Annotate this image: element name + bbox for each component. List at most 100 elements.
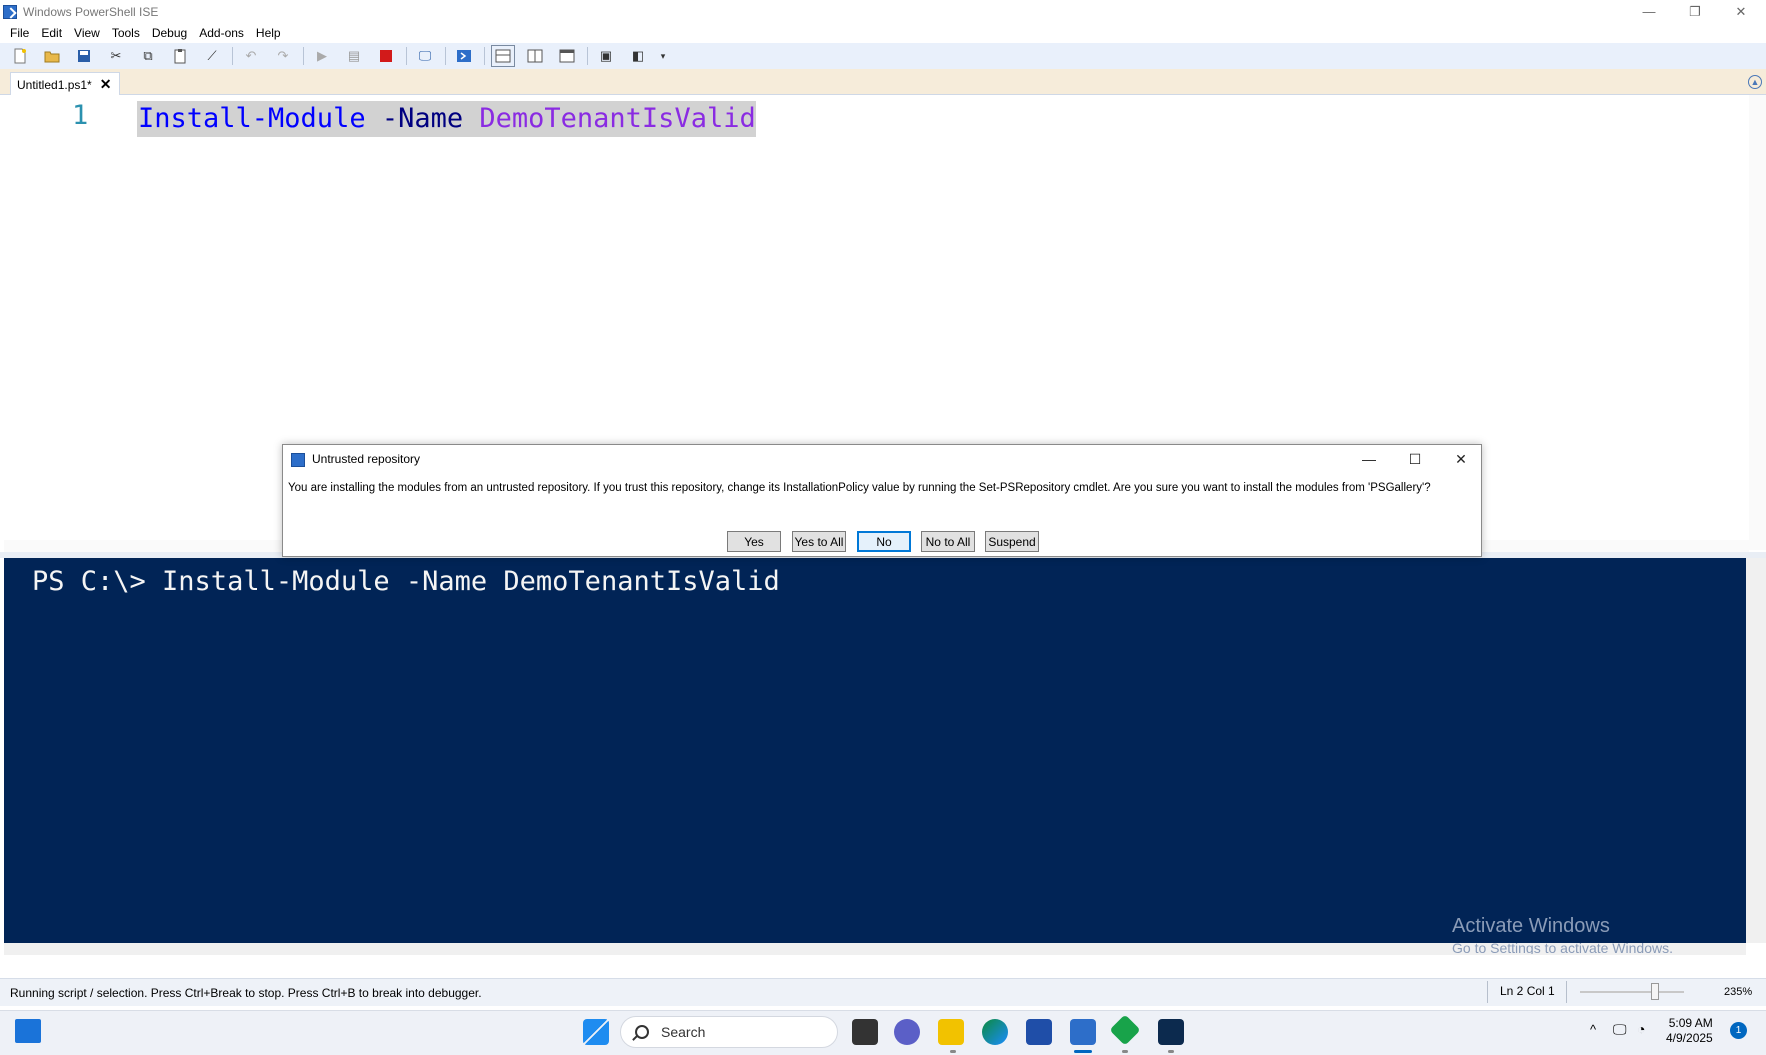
zoom-slider-track[interactable] bbox=[1580, 991, 1684, 993]
save-icon[interactable] bbox=[72, 45, 96, 67]
new-remote-tab-icon[interactable]: 🖵 bbox=[413, 45, 437, 67]
status-text: Running script / selection. Press Ctrl+B… bbox=[10, 985, 482, 1000]
tray-overflow-chevron-icon[interactable]: ^ bbox=[1590, 1022, 1596, 1037]
search-icon bbox=[635, 1025, 649, 1039]
code-line-selected[interactable]: Install-Module -Name DemoTenantIsValid bbox=[137, 101, 756, 137]
undo-icon[interactable]: ↶ bbox=[239, 45, 263, 67]
menu-view[interactable]: View bbox=[68, 23, 106, 43]
show-script-maximized-icon[interactable] bbox=[555, 45, 579, 67]
menu-help[interactable]: Help bbox=[250, 23, 287, 43]
taskbar bbox=[0, 1010, 1766, 1055]
running-app-indicator bbox=[1122, 1050, 1128, 1053]
volume-icon[interactable]: ◔ bbox=[1637, 1021, 1645, 1037]
show-script-right-icon[interactable] bbox=[523, 45, 547, 67]
no-button[interactable]: No bbox=[857, 531, 911, 552]
untrusted-repository-dialog: Untrusted repository — ☐ ✕ You are insta… bbox=[282, 444, 1482, 557]
teams-chat-icon[interactable] bbox=[894, 1019, 920, 1045]
edge-browser-icon[interactable] bbox=[982, 1019, 1008, 1045]
status-separator bbox=[1487, 981, 1488, 1003]
stop-icon[interactable] bbox=[374, 45, 398, 67]
line-column-indicator: Ln 2 Col 1 bbox=[1500, 984, 1555, 998]
dialog-close-button[interactable]: ✕ bbox=[1441, 445, 1481, 473]
menu-edit[interactable]: Edit bbox=[35, 23, 68, 43]
paste-icon[interactable] bbox=[168, 45, 192, 67]
search-placeholder: Search bbox=[661, 1024, 706, 1040]
new-file-icon[interactable] bbox=[8, 45, 32, 67]
toolbar-overflow-icon[interactable]: ▾ bbox=[658, 45, 668, 67]
clock[interactable]: 5:09 AM 4/9/2025 bbox=[1666, 1016, 1713, 1046]
title-bar: Windows PowerShell ISE — ❐ ✕ bbox=[0, 0, 1766, 23]
activate-windows-watermark: Activate Windows bbox=[1452, 915, 1610, 937]
menu-add-ons[interactable]: Add-ons bbox=[193, 23, 250, 43]
show-command-window-icon[interactable]: ▣ bbox=[594, 45, 618, 67]
widgets-icon[interactable] bbox=[15, 1019, 41, 1043]
network-icon[interactable]: 🖵 bbox=[1613, 1021, 1627, 1038]
zoom-level: 235% bbox=[1724, 986, 1753, 998]
cut-icon[interactable]: ✂ bbox=[104, 45, 128, 67]
start-powershell-icon[interactable] bbox=[452, 45, 476, 67]
code-argument: DemoTenantIsValid bbox=[479, 103, 756, 134]
toolbar-separator bbox=[232, 47, 233, 65]
console-pane[interactable] bbox=[4, 558, 1746, 943]
status-separator bbox=[1566, 981, 1567, 1003]
toolbar-separator bbox=[484, 47, 485, 65]
toolbar: ✂ ⧉ ⟋ ↶ ↷ ▶ ▤ 🖵 ▣ ◧ ▾ bbox=[0, 43, 1766, 69]
toolbar-separator bbox=[406, 47, 407, 65]
dialog-message: You are installing the modules from an u… bbox=[288, 482, 1431, 494]
run-script-icon[interactable]: ▶ bbox=[310, 45, 334, 67]
task-view-icon[interactable] bbox=[852, 1019, 878, 1045]
suspend-button[interactable]: Suspend bbox=[985, 531, 1039, 552]
taskbar-search-input[interactable]: Search bbox=[620, 1016, 838, 1048]
yes-button[interactable]: Yes bbox=[727, 531, 781, 552]
show-script-top-icon[interactable] bbox=[491, 45, 515, 67]
toolbar-separator bbox=[445, 47, 446, 65]
start-button-icon[interactable] bbox=[583, 1019, 609, 1045]
menu-bar: File Edit View Tools Debug Add-ons Help bbox=[0, 23, 1766, 43]
close-tab-icon[interactable]: ✕ bbox=[100, 76, 112, 93]
powershell-icon bbox=[291, 453, 305, 467]
active-app-indicator bbox=[1074, 1050, 1092, 1053]
activate-windows-subtext: Go to Settings to activate Windows. bbox=[1452, 940, 1673, 954]
powershell-taskbar-icon[interactable] bbox=[1158, 1019, 1184, 1045]
run-selection-icon[interactable]: ▤ bbox=[342, 45, 366, 67]
file-explorer-icon[interactable] bbox=[938, 1019, 964, 1045]
restore-button[interactable]: ❐ bbox=[1672, 0, 1718, 23]
dialog-title: Untrusted repository bbox=[312, 452, 421, 466]
toolbar-separator bbox=[303, 47, 304, 65]
console-vertical-scrollbar[interactable] bbox=[1746, 558, 1766, 943]
running-app-indicator bbox=[950, 1050, 956, 1053]
toolbar-separator bbox=[587, 47, 588, 65]
editor-vertical-scrollbar[interactable] bbox=[1749, 95, 1766, 550]
dialog-minimize-button[interactable]: — bbox=[1349, 445, 1389, 473]
powershell-ise-taskbar-icon[interactable] bbox=[1070, 1019, 1096, 1045]
line-number: 1 bbox=[72, 100, 89, 131]
script-tab-strip: Untitled1.ps1* ✕ ▲ bbox=[0, 69, 1766, 96]
notification-badge[interactable]: 1 bbox=[1730, 1022, 1747, 1039]
microsoft-store-icon[interactable] bbox=[1026, 1019, 1052, 1045]
clear-console-icon[interactable]: ⟋ bbox=[200, 45, 224, 67]
close-button[interactable]: ✕ bbox=[1718, 0, 1764, 23]
copy-icon[interactable]: ⧉ bbox=[136, 45, 160, 67]
zoom-slider-thumb[interactable] bbox=[1651, 983, 1659, 1000]
running-app-indicator bbox=[1168, 1050, 1174, 1053]
open-folder-icon[interactable] bbox=[40, 45, 64, 67]
show-command-addon-icon[interactable]: ◧ bbox=[626, 45, 650, 67]
powershell-ise-icon bbox=[3, 4, 17, 19]
minimize-button[interactable]: — bbox=[1626, 0, 1672, 23]
window-title: Windows PowerShell ISE bbox=[23, 4, 159, 19]
menu-file[interactable]: File bbox=[4, 23, 35, 43]
collapse-script-pane-icon[interactable]: ▲ bbox=[1748, 75, 1762, 89]
yes-to-all-button[interactable]: Yes to All bbox=[792, 531, 846, 552]
menu-tools[interactable]: Tools bbox=[106, 23, 146, 43]
code-parameter: -Name bbox=[365, 103, 480, 134]
tab-untitled1[interactable]: Untitled1.ps1* ✕ bbox=[10, 72, 120, 96]
tab-label: Untitled1.ps1* bbox=[17, 77, 92, 92]
menu-debug[interactable]: Debug bbox=[146, 23, 193, 43]
redo-icon[interactable]: ↷ bbox=[271, 45, 295, 67]
dialog-maximize-button[interactable]: ☐ bbox=[1395, 445, 1435, 473]
clock-date: 4/9/2025 bbox=[1666, 1031, 1713, 1045]
console-command-line: PS C:\> Install-Module -Name DemoTenantI… bbox=[32, 566, 780, 597]
code-cmdlet: Install-Module bbox=[138, 103, 366, 134]
clock-time: 5:09 AM bbox=[1668, 1016, 1713, 1030]
no-to-all-button[interactable]: No to All bbox=[921, 531, 975, 552]
